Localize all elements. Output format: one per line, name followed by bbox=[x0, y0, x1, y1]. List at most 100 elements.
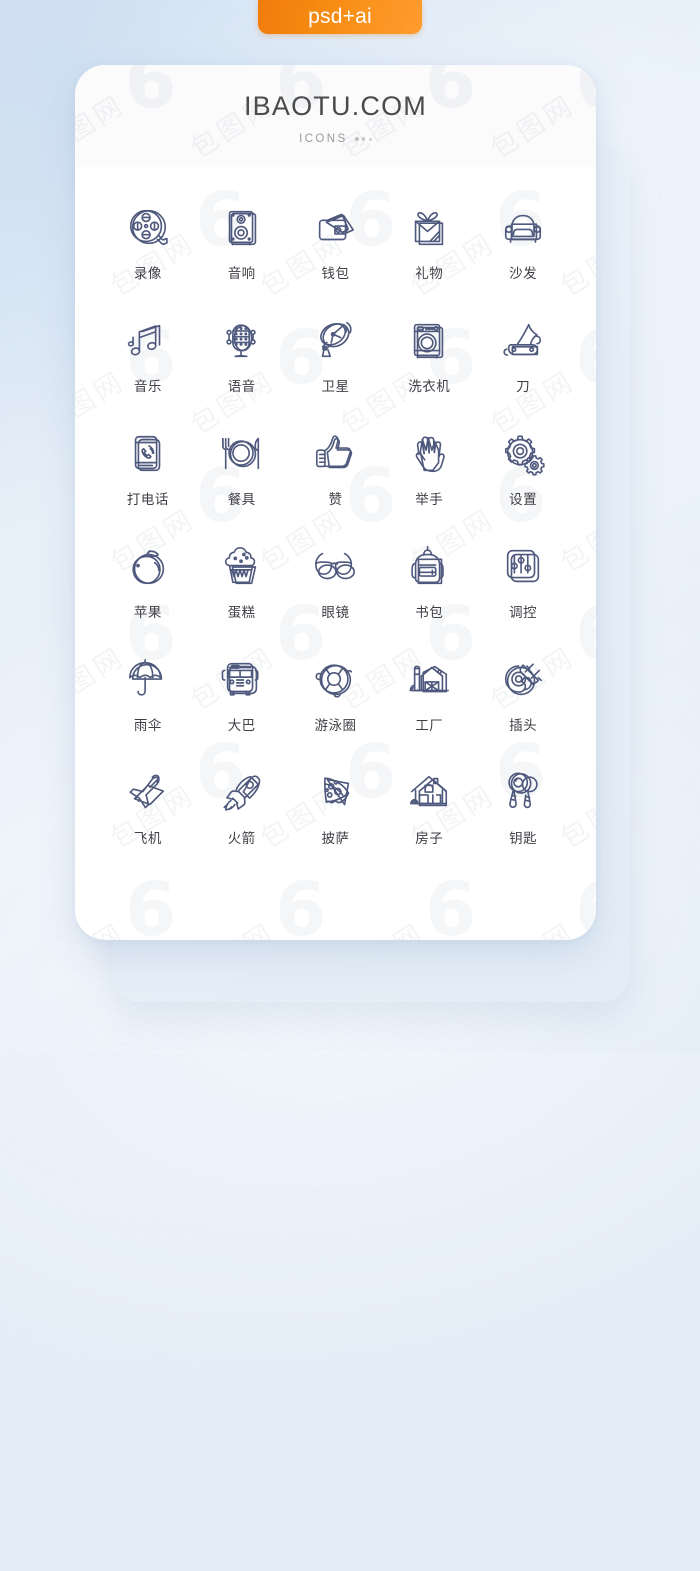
icon-cell-music-note[interactable]: 音乐 bbox=[101, 302, 195, 415]
pizza-icon bbox=[304, 764, 366, 822]
icon-label: 语音 bbox=[227, 379, 256, 395]
icon-label: 书包 bbox=[415, 605, 444, 621]
icon-cell-house[interactable]: 房子 bbox=[382, 754, 476, 867]
icon-label: 游泳圈 bbox=[314, 718, 357, 734]
cutlery-icon bbox=[211, 425, 273, 483]
rocket-icon bbox=[211, 764, 273, 822]
washing-machine-icon bbox=[398, 312, 460, 370]
speaker-icon bbox=[211, 199, 273, 257]
watermark-text: 包图网 bbox=[482, 911, 582, 940]
icon-cell-cutlery[interactable]: 餐具 bbox=[195, 415, 289, 528]
icon-cell-swim-ring[interactable]: 游泳圈 bbox=[289, 641, 383, 754]
icon-label: 沙发 bbox=[509, 266, 538, 282]
icon-label: 卫星 bbox=[321, 379, 350, 395]
icon-label: 钥匙 bbox=[509, 831, 538, 847]
icon-grid: 录像 音响 钱包 礼物 沙发音乐 语音 卫星 洗衣机 刀打电话 餐具 赞 举手 设置苹果 蛋糕 眼镜 书包 调控… bbox=[75, 167, 596, 867]
icon-cell-apple[interactable]: 苹果 bbox=[101, 528, 195, 641]
icon-label: 洗衣机 bbox=[408, 379, 451, 395]
sofa-icon bbox=[492, 199, 554, 257]
cupcake-icon bbox=[211, 538, 273, 596]
icon-label: 苹果 bbox=[133, 605, 162, 621]
music-note-icon bbox=[117, 312, 179, 370]
icon-cell-bus[interactable]: 大巴 bbox=[195, 641, 289, 754]
icon-cell-raised-hand[interactable]: 举手 bbox=[382, 415, 476, 528]
icon-label: 赞 bbox=[328, 492, 343, 508]
gift-icon bbox=[398, 199, 460, 257]
icon-cell-pocket-knife[interactable]: 刀 bbox=[476, 302, 570, 415]
icon-cell-airplane[interactable]: 飞机 bbox=[101, 754, 195, 867]
film-reel-icon bbox=[117, 199, 179, 257]
icon-label: 雨伞 bbox=[133, 718, 162, 734]
icon-set-card: IBAOTU.COM ICONS 包图网6包图网6包图网6包图网6包图网6包图网… bbox=[75, 65, 596, 940]
icon-label: 礼物 bbox=[415, 266, 444, 282]
icon-cell-pizza[interactable]: 披萨 bbox=[289, 754, 383, 867]
icon-cell-cupcake[interactable]: 蛋糕 bbox=[195, 528, 289, 641]
watermark-text: 包图网 bbox=[332, 911, 432, 940]
icon-label: 设置 bbox=[509, 492, 538, 508]
glasses-icon bbox=[304, 538, 366, 596]
icon-cell-keys[interactable]: 钥匙 bbox=[476, 754, 570, 867]
icon-label: 插头 bbox=[509, 718, 538, 734]
icon-label: 蛋糕 bbox=[227, 605, 256, 621]
bus-icon bbox=[211, 651, 273, 709]
icon-label: 音响 bbox=[227, 266, 256, 282]
icon-label: 打电话 bbox=[126, 492, 169, 508]
icon-cell-phone-call[interactable]: 打电话 bbox=[101, 415, 195, 528]
raised-hand-icon bbox=[398, 425, 460, 483]
icon-cell-factory[interactable]: 工厂 bbox=[382, 641, 476, 754]
icon-cell-plug[interactable]: 插头 bbox=[476, 641, 570, 754]
watermark-logo: 6 bbox=[125, 867, 177, 940]
icon-cell-film-reel[interactable]: 录像 bbox=[101, 189, 195, 302]
card-header: IBAOTU.COM ICONS bbox=[75, 65, 596, 167]
format-badge-label: psd+ai bbox=[308, 5, 372, 28]
umbrella-icon bbox=[117, 651, 179, 709]
subtitle-dots-icon bbox=[354, 137, 372, 141]
plug-icon bbox=[492, 651, 554, 709]
subtitle-label: ICONS bbox=[299, 133, 348, 145]
icon-cell-wallet[interactable]: 钱包 bbox=[289, 189, 383, 302]
satellite-dish-icon bbox=[304, 312, 366, 370]
backpack-icon bbox=[398, 538, 460, 596]
apple-icon bbox=[117, 538, 179, 596]
icon-cell-umbrella[interactable]: 雨伞 bbox=[101, 641, 195, 754]
icon-cell-gift[interactable]: 礼物 bbox=[382, 189, 476, 302]
icon-label: 餐具 bbox=[227, 492, 256, 508]
icon-label: 火箭 bbox=[227, 831, 256, 847]
icon-label: 调控 bbox=[509, 605, 538, 621]
icon-label: 录像 bbox=[133, 266, 162, 282]
icon-cell-microphone[interactable]: 语音 bbox=[195, 302, 289, 415]
icon-cell-speaker[interactable]: 音响 bbox=[195, 189, 289, 302]
icon-label: 刀 bbox=[516, 379, 531, 395]
icon-cell-glasses[interactable]: 眼镜 bbox=[289, 528, 383, 641]
gears-icon bbox=[492, 425, 554, 483]
icon-cell-backpack[interactable]: 书包 bbox=[382, 528, 476, 641]
watermark-logo: 6 bbox=[425, 867, 477, 940]
icon-cell-satellite-dish[interactable]: 卫星 bbox=[289, 302, 383, 415]
icon-label: 飞机 bbox=[133, 831, 162, 847]
icon-cell-rocket[interactable]: 火箭 bbox=[195, 754, 289, 867]
subtitle-row: ICONS bbox=[75, 133, 596, 145]
brand-title: IBAOTU.COM bbox=[243, 91, 427, 121]
icon-label: 披萨 bbox=[321, 831, 350, 847]
factory-icon bbox=[398, 651, 460, 709]
icon-cell-gears[interactable]: 设置 bbox=[476, 415, 570, 528]
icon-cell-washing-machine[interactable]: 洗衣机 bbox=[382, 302, 476, 415]
icon-cell-thumbs-up[interactable]: 赞 bbox=[289, 415, 383, 528]
format-badge: psd+ai bbox=[258, 0, 422, 34]
house-icon bbox=[398, 764, 460, 822]
airplane-icon bbox=[117, 764, 179, 822]
icon-cell-sofa[interactable]: 沙发 bbox=[476, 189, 570, 302]
swim-ring-icon bbox=[304, 651, 366, 709]
wallet-icon bbox=[304, 199, 366, 257]
watermark-logo: 6 bbox=[275, 867, 327, 940]
icon-label: 眼镜 bbox=[321, 605, 350, 621]
microphone-icon bbox=[211, 312, 273, 370]
pocket-knife-icon bbox=[492, 312, 554, 370]
icon-label: 房子 bbox=[415, 831, 444, 847]
watermark-text: 包图网 bbox=[182, 911, 282, 940]
icon-label: 举手 bbox=[415, 492, 444, 508]
icon-label: 音乐 bbox=[133, 379, 162, 395]
phone-call-icon bbox=[117, 425, 179, 483]
icon-label: 工厂 bbox=[415, 718, 444, 734]
icon-cell-sliders[interactable]: 调控 bbox=[476, 528, 570, 641]
